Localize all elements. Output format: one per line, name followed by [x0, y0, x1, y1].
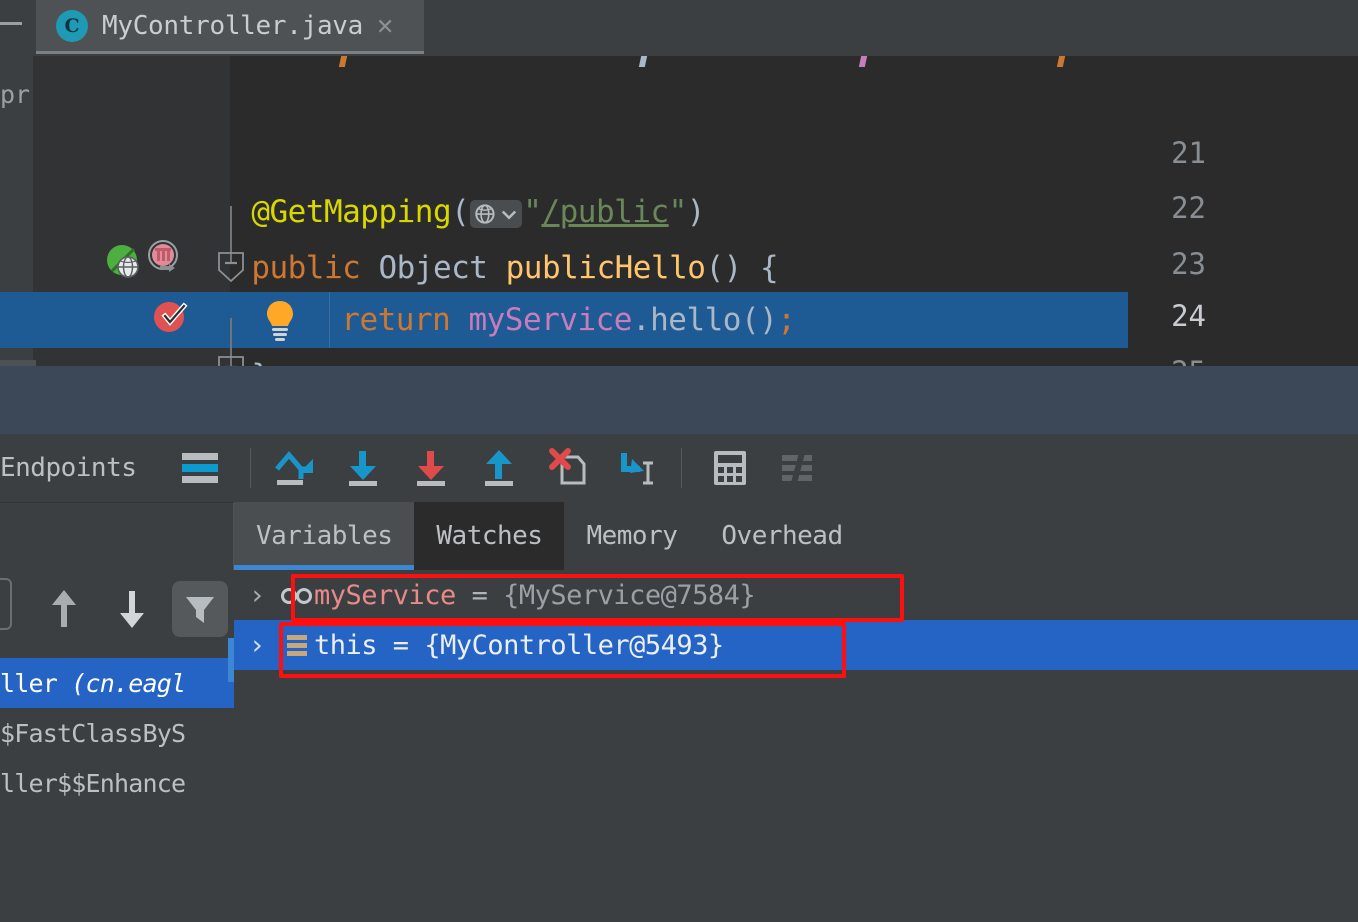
object-stack-icon: [280, 631, 314, 659]
frame-text-italic: (cn.eagl: [71, 668, 186, 698]
expand-chevron-icon[interactable]: ›: [234, 630, 280, 661]
run-to-cursor-icon[interactable]: [601, 434, 669, 502]
fold-collapse-icon-1[interactable]: [218, 252, 244, 283]
editor-marker-strip: [230, 56, 1358, 67]
frames-panel-header: [0, 502, 234, 570]
editor-tab-label: MyController.java: [102, 10, 364, 41]
variable-name: this: [314, 629, 378, 661]
equals-sign: =: [377, 629, 425, 661]
call-parens-token: (): [740, 302, 778, 338]
equals-sign: =: [455, 579, 504, 611]
tab-variables[interactable]: Variables: [234, 502, 415, 570]
filter-frames-button[interactable]: [166, 570, 234, 648]
filter-icon: [172, 581, 228, 637]
frame-selector-combo-edge[interactable]: [0, 578, 12, 630]
step-into-icon[interactable]: [329, 434, 397, 502]
settings-icon[interactable]: [764, 434, 832, 502]
keyword-return-token: return: [341, 302, 451, 338]
tab-watches[interactable]: Watches: [414, 502, 565, 570]
tab-overhead[interactable]: Overhead: [699, 502, 864, 570]
variable-value: {MyController@5493}: [424, 629, 724, 661]
frame-row-selected[interactable]: ller (cn.eagl: [0, 658, 234, 708]
frame-row-fastclass[interactable]: $FastClassByS: [0, 708, 234, 758]
variable-myservice-text: myService = {MyService@7584}: [314, 579, 756, 611]
toolbar-separator-2: [681, 448, 683, 488]
call-hello-token: hello: [650, 302, 741, 338]
variables-panel: › myService = {MyService@7584} › this = …: [234, 570, 1358, 922]
semicolon-token: ;: [777, 302, 796, 338]
code-line-21[interactable]: [0, 72, 1128, 128]
variable-row-this[interactable]: › this = {MyController@5493}: [234, 620, 1358, 670]
frame-row-enhancer[interactable]: ller$$Enhance: [0, 758, 234, 808]
editor-tab-strip: C MyController.java ✕: [0, 0, 1358, 56]
step-out-icon[interactable]: [465, 434, 533, 502]
watch-glasses-icon: [280, 585, 314, 605]
toolbar-separator-1: [250, 448, 252, 488]
line-number-22: 22: [1171, 191, 1206, 225]
spring-bean-icon[interactable]: [142, 238, 184, 284]
frame-text-plain: ller: [0, 668, 72, 698]
editor-tab-mycontroller[interactable]: C MyController.java ✕: [36, 0, 424, 54]
frame-up-icon[interactable]: [30, 570, 98, 648]
line-number-24: 24: [1171, 299, 1206, 333]
endpoints-label: Endpoints: [0, 453, 137, 483]
frames-toolbar: [0, 570, 234, 648]
field-myservice-token: myService: [468, 302, 632, 338]
run-endpoint-globe-icon[interactable]: [104, 242, 144, 286]
close-icon[interactable]: ✕: [377, 12, 393, 39]
line-number-23: 23: [1171, 247, 1206, 281]
debug-tab-bar: Variables Watches Memory Overhead: [234, 502, 1358, 570]
variable-row-myservice[interactable]: › myService = {MyService@7584}: [234, 570, 1358, 620]
dot-token: .: [631, 302, 651, 338]
endpoints-list-icon[interactable]: [166, 434, 234, 502]
variable-name: myService: [314, 579, 456, 611]
line-number-21: 21: [1171, 136, 1206, 170]
step-over-icon[interactable]: [261, 434, 329, 502]
drop-frame-icon[interactable]: [533, 434, 601, 502]
window-minimize-dash-icon: [0, 22, 22, 25]
editor-debug-separator-band: [0, 366, 1358, 434]
tab-memory[interactable]: Memory: [564, 502, 699, 570]
code-editor: pr 21 @GetMapping("/public") 22 public O…: [0, 56, 1358, 394]
variable-this-text: this = {MyController@5493}: [314, 630, 724, 661]
variable-value: {MyService@7584}: [503, 579, 756, 611]
java-class-icon: C: [56, 9, 88, 42]
frames-scrollbar[interactable]: [228, 638, 234, 682]
idea-debugger-window: C MyController.java ✕ pr 21 @GetMapping(…: [0, 0, 1358, 922]
debug-toolbar: Endpoints: [0, 434, 1358, 502]
frame-down-icon[interactable]: [98, 570, 166, 648]
evaluate-expression-icon[interactable]: [696, 434, 764, 502]
force-step-into-icon[interactable]: [397, 434, 465, 502]
expand-chevron-icon[interactable]: ›: [234, 580, 280, 611]
